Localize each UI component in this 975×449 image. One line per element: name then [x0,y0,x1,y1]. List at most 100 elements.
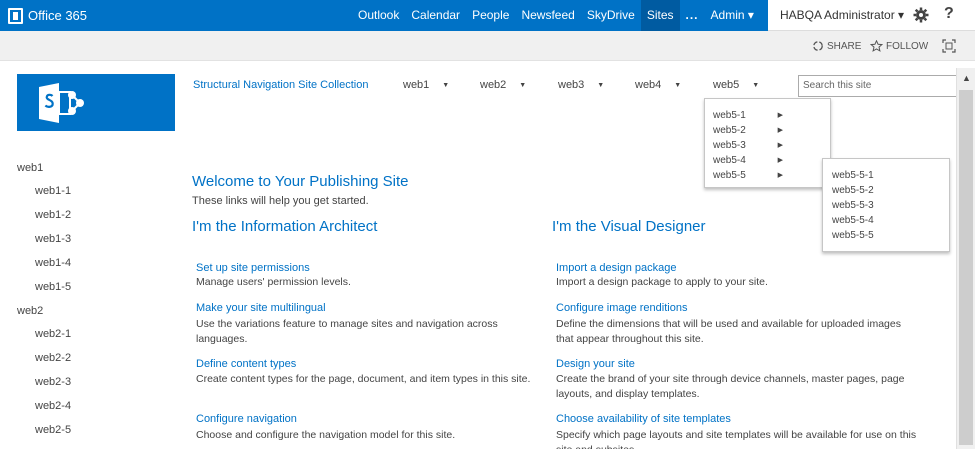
site-logo[interactable] [17,74,175,131]
share-button[interactable]: SHARE [812,40,861,52]
dropdown-arrow-icon: ▼ [597,82,605,89]
set-up-permissions-link[interactable]: Set up site permissions [196,262,310,274]
quicklaunch-item-web2-3[interactable]: web2-3 [35,376,71,388]
architect-heading: I'm the Information Architect [192,218,378,235]
topnav-item-web2[interactable]: web2 ▼ [480,79,526,91]
quicklaunch-item-web2-2[interactable]: web2-2 [35,352,71,364]
link-description: Import a design package to apply to your… [556,276,768,288]
submenu-arrow-icon: ▶ [777,157,783,164]
topnav-label: web1 [403,79,430,91]
submenu-arrow-icon: ▶ [777,172,783,179]
dropdown-arrow-icon: ▼ [519,82,527,89]
site-templates-link[interactable]: Choose availability of site templates [556,413,731,425]
site-title-link[interactable]: Structural Navigation Site Collection [193,79,368,91]
gear-icon[interactable] [913,7,929,23]
link-description: Define the dimensions that will be used … [556,318,901,345]
vertical-scrollbar[interactable]: ▲ [956,68,975,449]
sharepoint-logo-icon [39,83,84,123]
flyout-item-web5-2[interactable]: web5-2 ▶ [713,123,783,138]
suite-nav-skydrive[interactable]: SkyDrive [581,0,641,31]
content-types-link[interactable]: Define content types [196,358,296,370]
suite-bar: Office 365 Outlook Calendar People Newsf… [0,0,975,31]
star-icon [870,40,883,52]
brand-label: Office 365 [28,8,88,23]
topnav-item-web4[interactable]: web4 ▼ [635,79,681,91]
link-description: Choose and configure the navigation mode… [196,429,456,441]
share-label: SHARE [827,40,862,52]
link-description: Specify which page layouts and site temp… [556,429,917,449]
multilingual-link[interactable]: Make your site multilingual [196,302,326,314]
flyout-item-web5-3[interactable]: web5-3 ▶ [713,138,783,153]
topnav-label: web2 [480,79,507,91]
scroll-thumb[interactable] [959,90,973,445]
submenu-arrow-icon: ▶ [777,112,783,119]
flyout-item-web5-5-1[interactable]: web5-5-1 [832,168,949,183]
flyout-item-web5-5-5[interactable]: web5-5-5 [832,228,949,243]
flyout-item-web5-5-2[interactable]: web5-5-2 [832,183,949,198]
quicklaunch-item-web2[interactable]: web2 [17,305,43,317]
flyout-item-label: web5-4 [713,155,746,166]
quicklaunch-item-web1-3[interactable]: web1-3 [35,233,71,245]
flyout-item-label: web5-3 [713,140,746,151]
flyout-item-web5-5-4[interactable]: web5-5-4 [832,213,949,228]
suite-nav-newsfeed[interactable]: Newsfeed [515,0,580,31]
import-design-package-link[interactable]: Import a design package [556,262,676,274]
dropdown-arrow-icon: ▼ [752,82,760,89]
topnav-item-web1[interactable]: web1 ▼ [403,79,449,91]
follow-label: FOLLOW [886,40,929,52]
quicklaunch-item-web1-4[interactable]: web1-4 [35,257,71,269]
configure-navigation-link[interactable]: Configure navigation [196,413,297,425]
link-description: Manage users' permission levels. [196,276,351,288]
flyout-item-web5-4[interactable]: web5-4 ▶ [713,153,783,168]
office-logo-icon [8,7,23,24]
dropdown-arrow-icon: ▼ [674,82,682,89]
focus-on-content-icon[interactable] [942,39,956,53]
scroll-up-icon[interactable]: ▲ [962,73,971,83]
search-input[interactable]: Search this site [798,75,958,97]
topnav-label: web5 [713,79,740,91]
link-description: Create content types for the page, docum… [196,373,531,385]
quicklaunch-item-web1-5[interactable]: web1-5 [35,281,71,293]
flyout-item-web5-5[interactable]: web5-5 ▶ [713,168,783,183]
submenu-arrow-icon: ▶ [777,142,783,149]
web5-5-flyout-menu: web5-5-1 web5-5-2 web5-5-3 web5-5-4 web5… [822,158,950,252]
submenu-arrow-icon: ▶ [777,127,783,134]
page-title: Welcome to Your Publishing Site [192,173,409,190]
suite-nav-sites[interactable]: Sites [640,0,680,31]
web5-flyout-menu: web5-1 ▶ web5-2 ▶ web5-3 ▶ web5-4 ▶ web5-5 ▶ [704,98,831,188]
suite-nav-outlook[interactable]: Outlook [352,0,405,31]
share-icon [813,41,823,51]
topnav-label: web4 [635,79,662,91]
quicklaunch-item-web2-5[interactable]: web2-5 [35,424,71,436]
suite-nav-calendar[interactable]: Calendar [405,0,466,31]
quicklaunch-item-web1-2[interactable]: web1-2 [35,209,71,221]
link-description: Use the variations feature to manage sit… [196,318,498,345]
ribbon-bar: SHARE FOLLOW [0,31,975,61]
design-your-site-link[interactable]: Design your site [556,358,635,370]
help-icon[interactable]: ? [944,5,954,23]
suite-nav-people[interactable]: People [466,0,515,31]
suite-nav: Outlook Calendar People Newsfeed SkyDriv… [352,0,760,31]
user-menu[interactable]: HABQA Administrator ▾ [768,0,908,31]
suite-nav-more[interactable]: ... [680,0,705,31]
topnav-item-web3[interactable]: web3 ▼ [558,79,604,91]
flyout-item-web5-1[interactable]: web5-1 ▶ [713,108,783,123]
flyout-item-label: web5-5 [713,170,746,181]
quicklaunch-item-web2-1[interactable]: web2-1 [35,328,71,340]
follow-button[interactable]: FOLLOW [870,40,928,52]
topnav-item-web5[interactable]: web5 ▼ [713,79,759,91]
quicklaunch-item-web1-1[interactable]: web1-1 [35,185,71,197]
quicklaunch-item-web1[interactable]: web1 [17,162,43,174]
link-description: Create the brand of your site through de… [556,373,905,400]
intro-text: These links will help you get started. [192,195,369,207]
suite-nav-admin[interactable]: Admin ▾ [705,0,760,31]
designer-heading: I'm the Visual Designer [552,218,706,235]
quicklaunch-item-web2-4[interactable]: web2-4 [35,400,71,412]
flyout-item-web5-5-3[interactable]: web5-5-3 [832,198,949,213]
dropdown-arrow-icon: ▼ [442,82,450,89]
topnav-label: web3 [558,79,585,91]
office365-brand[interactable]: Office 365 [8,6,87,25]
flyout-item-label: web5-2 [713,125,746,136]
image-renditions-link[interactable]: Configure image renditions [556,302,687,314]
flyout-item-label: web5-1 [713,110,746,121]
